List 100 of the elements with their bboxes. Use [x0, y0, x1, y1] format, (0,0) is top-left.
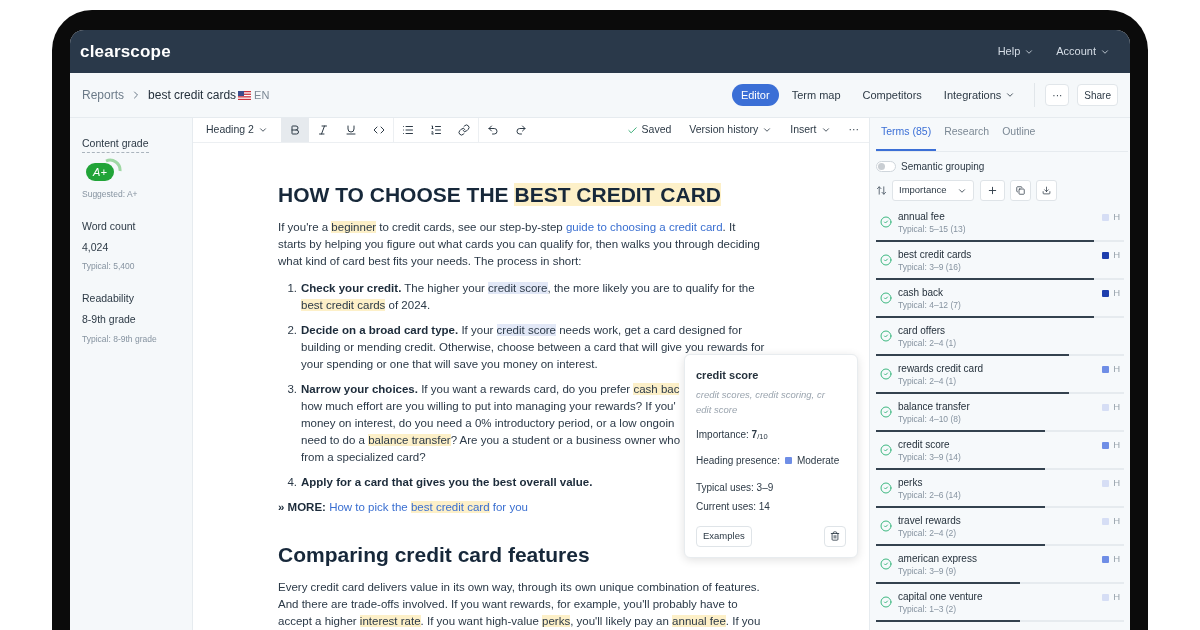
code-icon	[372, 124, 385, 136]
term-name: annual fee	[898, 209, 946, 223]
underline-icon	[344, 124, 357, 136]
heading-marker: H	[1113, 286, 1120, 300]
link-icon	[457, 124, 470, 136]
list-number: 3.	[286, 382, 298, 397]
term-name: perks	[898, 475, 924, 489]
term-typical: Typical: 4–12 (7)	[898, 298, 961, 311]
term-typical: Typical: 4–10 (8)	[898, 412, 962, 425]
plus-icon	[987, 185, 998, 196]
term-row[interactable]: capital one venture Typical: 1–3 (2) H	[876, 584, 1128, 622]
report-title: best credit cards	[148, 87, 237, 104]
term-row[interactable]: credit score Typical: 3–9 (14) H	[876, 432, 1128, 470]
menu-button[interactable]: Account	[1056, 43, 1110, 60]
more-button[interactable]: ···	[848, 122, 859, 138]
heading-marker: H	[1113, 590, 1120, 604]
numbered-list-icon	[429, 124, 442, 136]
term-name: rewards credit card	[898, 361, 984, 375]
toggle-switch[interactable]	[876, 161, 896, 172]
logo[interactable]: clearscope	[80, 38, 171, 65]
stat-value: 4,024	[82, 239, 109, 255]
document-heading: HOW TO CHOOSE THE BEST CREDIT CARD	[278, 182, 721, 208]
redo-icon	[514, 124, 527, 136]
stat-typical: Typical: 5,400	[82, 260, 135, 273]
link[interactable]: How to pick the best credit card for you	[329, 501, 528, 513]
copy-icon	[1016, 186, 1025, 195]
term-row[interactable]: best credit cards Typical: 3–9 (16) H	[876, 242, 1128, 280]
chevron-down-icon	[820, 125, 831, 135]
insert-dropdown[interactable]: Insert	[790, 122, 831, 138]
check-icon	[626, 124, 638, 136]
list-number: 4.	[286, 475, 298, 490]
bullet-list-icon	[401, 124, 414, 136]
term-typical: Typical: 3–9 (16)	[898, 260, 962, 273]
block-style-dropdown[interactable]: Heading 2	[193, 118, 281, 142]
version-history-dropdown[interactable]: Version history	[689, 122, 773, 138]
term-name: balance transfer	[898, 399, 970, 413]
term-row[interactable]: travel rewards Typical: 2–4 (2) H	[876, 508, 1128, 546]
term-typical: Typical: 2–6 (14)	[898, 488, 961, 501]
term-row[interactable]: cash back Typical: 4–12 (7) H	[876, 280, 1128, 318]
term-row[interactable]: card offers Typical: 2–4 (1)	[876, 318, 1128, 356]
current-uses: Current uses: 14	[696, 499, 770, 514]
delete-button[interactable]	[824, 525, 846, 547]
section-heading: Comparing credit card features	[278, 542, 590, 568]
importance-score: Importance: 7$_{/10}$	[696, 427, 768, 442]
heading-marker: H	[1113, 362, 1120, 376]
term-typical: Typical: 3–9 (14)	[898, 450, 961, 463]
download-icon	[1042, 186, 1051, 195]
term-row[interactable]: perks Typical: 2–6 (14) H	[876, 470, 1128, 508]
view-tab[interactable]: Competitors	[853, 84, 931, 106]
copy-button[interactable]	[1010, 180, 1031, 201]
stat-label: Content grade	[82, 136, 149, 153]
term-name: travel rewards	[898, 513, 961, 527]
heading-marker: H	[1113, 438, 1120, 452]
menu-button[interactable]: Help	[997, 43, 1035, 60]
flag-icon	[238, 90, 252, 100]
sort-icon[interactable]	[876, 185, 887, 196]
chevron-down-icon	[762, 125, 773, 135]
term-row[interactable]: annual fee Typical: 5–15 (13) H	[876, 204, 1128, 242]
term-name: capital one venture	[898, 589, 983, 603]
term-name: best credit cards	[898, 247, 972, 261]
stat-value: 8-9th grade	[82, 311, 136, 327]
sort-dropdown[interactable]: Importance	[892, 180, 974, 201]
suggested-grade: Suggested: A+	[82, 188, 139, 201]
share-button[interactable]: Share	[1077, 84, 1118, 106]
list-number: 2.	[286, 323, 298, 338]
term-row[interactable]: rewards credit card Typical: 2–4 (1) H	[876, 356, 1128, 394]
paragraph: » MORE: How to pick the best credit card for you	[278, 500, 528, 515]
bold-button[interactable]	[280, 118, 309, 142]
add-button[interactable]	[980, 180, 1005, 201]
panel-tab[interactable]: Terms (85)	[876, 124, 937, 151]
breadcrumb-link[interactable]: Reports	[82, 86, 125, 104]
term-row[interactable]: balance transfer Typical: 4–10 (8) H	[876, 394, 1128, 432]
chevron-down-icon	[257, 125, 268, 135]
examples-button[interactable]: Examples	[696, 525, 752, 547]
panel-tab[interactable]: Outline	[997, 124, 1041, 151]
chevron-down-icon	[1005, 90, 1016, 100]
language-code: EN	[254, 87, 270, 103]
view-tab[interactable]: Term map	[782, 84, 850, 106]
list-item-text: Apply for a card that gives you the best overall value.	[301, 475, 593, 490]
list-item-text: Check your credit. The higher your credit score, the more likely you are to qualify for the best credit cards of 2024.	[301, 281, 755, 313]
link[interactable]: guide to choosing a credit card	[565, 221, 723, 233]
more-button[interactable]: ···	[1045, 84, 1070, 106]
heading-marker: H	[1113, 210, 1120, 224]
term-row[interactable]: american express Typical: 3–9 (9) H	[876, 546, 1128, 584]
trash-icon	[830, 531, 840, 541]
download-button[interactable]	[1036, 180, 1057, 201]
undo-icon	[486, 124, 499, 136]
view-tab[interactable]: Editor	[731, 84, 779, 106]
heading-presence-value: Moderate	[796, 453, 840, 468]
grade-badge: A+	[86, 163, 114, 181]
panel-tab[interactable]: Research	[939, 124, 995, 151]
typical-uses: Typical uses: 3–9	[696, 480, 774, 495]
term-name: american express	[898, 551, 977, 565]
view-tab[interactable]: Integrations	[934, 84, 1025, 106]
term-typical: Typical: 2–4 (1)	[898, 374, 958, 387]
stat-typical: Typical: 8-9th grade	[82, 332, 157, 346]
term-variants: credit scores, credit scoring, cr edit score	[696, 387, 825, 417]
heading-marker: H	[1113, 476, 1120, 490]
paragraph: If you're a beginner to credit cards, see our step-by-step guide to choosing a credit card. It starts by helping you figure out what cards you can qualify for, then walks you through deciding what kind of card best fits your needs. The process in short:	[278, 220, 760, 269]
paragraph: Every credit card delivers value in its own way, through its own unique combination of features. And there are trade-offs involved. If you want rewards, for example, you'll probably have to accept a higher interest rate. If you want high-value perks, you'll likely pay an annual fee. If you	[278, 580, 761, 629]
